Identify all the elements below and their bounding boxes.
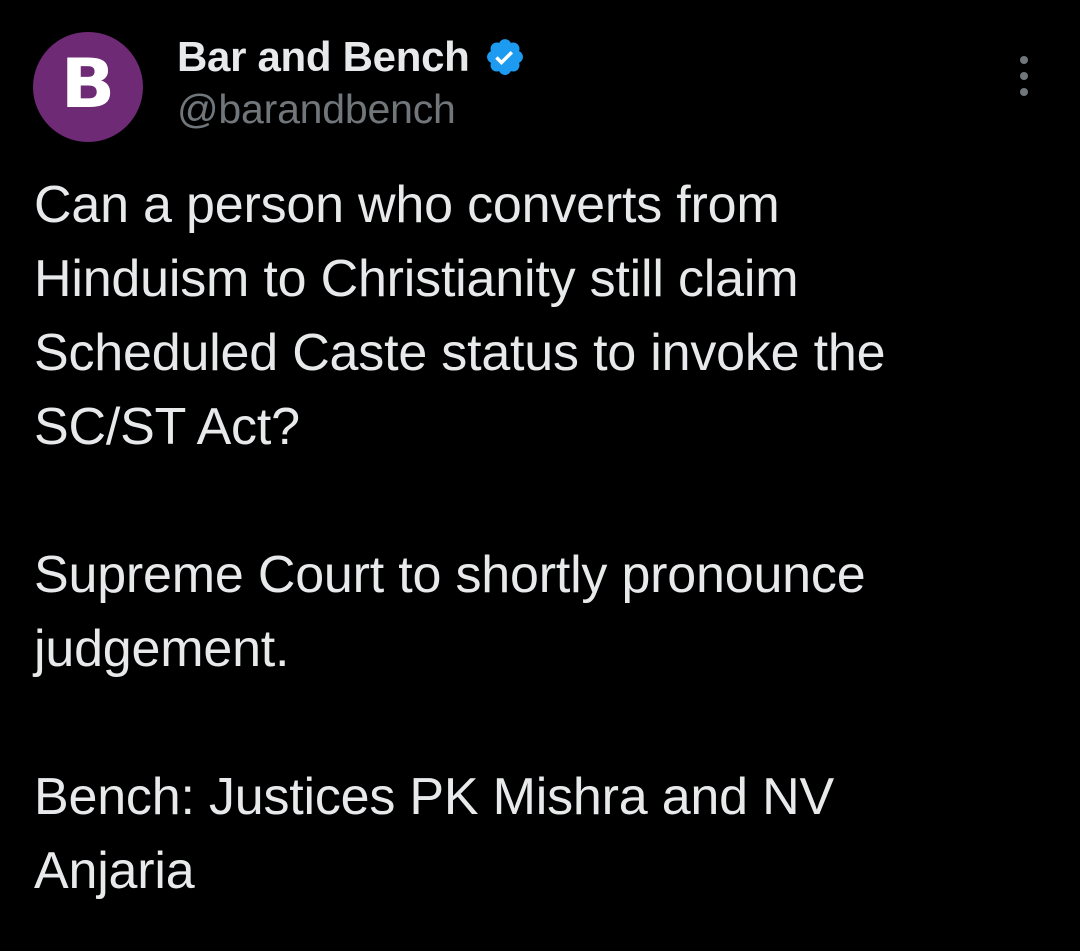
avatar[interactable]: B [33, 32, 143, 142]
tweet-card: B Bar and Bench @barandbench Can a perso… [0, 0, 1080, 951]
verified-badge-icon[interactable] [484, 36, 526, 78]
tweet-paragraph: Supreme Court to shortly pronounce judge… [34, 546, 866, 678]
tweet-header: Bar and Bench @barandbench [177, 30, 526, 140]
more-dot [1020, 88, 1028, 96]
more-dot [1020, 72, 1028, 80]
tweet-paragraph: Can a person who converts from Hinduism … [34, 176, 886, 456]
more-options-icon[interactable] [1006, 56, 1042, 96]
tweet-text: Can a person who converts from Hinduism … [34, 168, 1044, 908]
handle[interactable]: @barandbench [177, 86, 526, 133]
avatar-letter: B [60, 45, 116, 124]
display-name[interactable]: Bar and Bench [177, 33, 470, 81]
name-row: Bar and Bench [177, 30, 526, 84]
more-dot [1020, 56, 1028, 64]
tweet-paragraph: Bench: Justices PK Mishra and NV Anjaria [34, 768, 834, 900]
